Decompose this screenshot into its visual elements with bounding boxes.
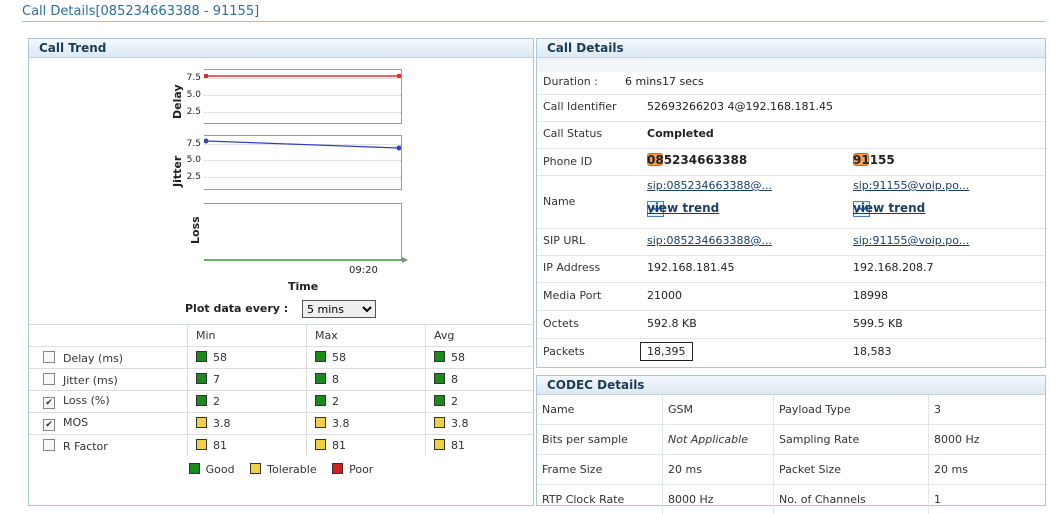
loss-axis-label: Loss	[189, 216, 202, 244]
status-swatch-icon	[315, 373, 326, 384]
status-swatch-icon	[196, 373, 207, 384]
status-swatch-icon	[434, 395, 445, 406]
status-swatch-icon	[315, 417, 326, 428]
quality-legend: Good Tolerable Poor	[29, 463, 533, 476]
status-swatch-icon	[196, 351, 207, 362]
table-row: ✔MOS 3.8 3.8 3.8	[29, 413, 533, 435]
tolerable-swatch-icon	[250, 463, 261, 474]
table-row: Jitter (ms) 7 8 8	[29, 369, 533, 391]
call-identifier-label: Call Identifier	[543, 100, 617, 113]
metrics-table: Min Max Avg Delay (ms) 58 58 58 Jitter (…	[29, 324, 533, 456]
table-row: RTP Clock Rate 8000 Hz No. of Channels 1	[537, 485, 1045, 514]
name-caller-link[interactable]: sip:085234663388@...	[647, 179, 772, 192]
poor-swatch-icon	[332, 463, 343, 474]
plot-interval-select[interactable]: 5 mins	[302, 300, 376, 318]
table-row: ✔Loss (%) 2 2 2	[29, 391, 533, 413]
jitter-tick: 7.5	[177, 139, 201, 149]
port-caller-value: 21000	[647, 289, 682, 302]
codec-details-header: CODEC Details	[537, 376, 1045, 395]
jitter-plot	[204, 135, 402, 190]
ip-callee-value: 192.168.208.7	[853, 261, 933, 274]
status-swatch-icon	[315, 395, 326, 406]
status-swatch-icon	[315, 439, 326, 450]
octets-label: Octets	[543, 317, 579, 330]
packets-label: Packets	[543, 345, 585, 358]
status-swatch-icon	[196, 395, 207, 406]
call-details-header: Call Details	[537, 39, 1045, 58]
call-trend-header: Call Trend	[29, 39, 533, 58]
table-row: R Factor 81 81 81	[29, 435, 533, 457]
sip-url-callee-link[interactable]: sip:91155@voip.po...	[853, 234, 969, 247]
call-identifier-value: 52693266203 4@192.168.181.45	[647, 100, 833, 113]
status-swatch-icon	[196, 439, 207, 450]
duration-value: 6 mins17 secs	[625, 75, 704, 88]
checkbox-mos[interactable]: ✔	[43, 419, 55, 431]
packets-caller-value: 18,395	[640, 342, 693, 361]
x-axis-label: Time	[288, 280, 318, 293]
col-min: Min	[188, 325, 307, 347]
call-trend-panel: Call Trend Delay 7.5 5.0 2.5 Jitter 7.5 …	[28, 38, 534, 506]
call-details-panel: Call Details Duration : 6 mins17 secs Ca…	[536, 38, 1046, 368]
ip-caller-value: 192.168.181.45	[647, 261, 734, 274]
codec-details-panel: CODEC Details Name GSM Payload Type 3 Bi…	[536, 375, 1046, 506]
media-port-label: Media Port	[543, 289, 601, 302]
checkbox-r-factor[interactable]	[43, 439, 55, 451]
phone-id-callee: 91155	[853, 153, 895, 167]
good-swatch-icon	[189, 463, 200, 474]
jitter-series	[204, 136, 401, 189]
jitter-tick: 2.5	[177, 172, 201, 182]
name-label: Name	[543, 195, 575, 208]
ip-address-label: IP Address	[543, 261, 600, 274]
page-title: Call Details[085234663388 - 91155]	[22, 4, 259, 19]
checkbox-delay[interactable]	[43, 351, 55, 363]
table-row: Bits per sample Not Applicable Sampling …	[537, 425, 1045, 455]
port-callee-value: 18998	[853, 289, 888, 302]
status-swatch-icon	[196, 417, 207, 428]
col-avg: Avg	[426, 325, 534, 347]
codec-table: Name GSM Payload Type 3 Bits per sample …	[537, 395, 1045, 514]
status-swatch-icon	[315, 351, 326, 362]
packets-callee-value: 18,583	[853, 345, 892, 358]
status-swatch-icon	[434, 417, 445, 428]
checkbox-jitter[interactable]	[43, 373, 55, 385]
checkbox-loss[interactable]: ✔	[43, 397, 55, 409]
delay-plot	[204, 69, 402, 124]
table-row: Name GSM Payload Type 3	[537, 395, 1045, 425]
delay-series	[204, 70, 401, 123]
title-divider	[22, 21, 1045, 22]
duration-label: Duration :	[543, 75, 598, 88]
octets-caller-value: 592.8 KB	[647, 317, 697, 330]
status-swatch-icon	[434, 373, 445, 384]
delay-tick: 5.0	[177, 90, 201, 100]
col-max: Max	[307, 325, 426, 347]
jitter-tick: 5.0	[177, 155, 201, 165]
loss-plot	[204, 203, 402, 260]
status-swatch-icon	[434, 439, 445, 450]
delay-tick: 7.5	[177, 73, 201, 83]
phone-id-label: Phone ID	[543, 155, 592, 168]
x-tick-label: 09:20	[349, 265, 378, 276]
name-callee-link[interactable]: sip:91155@voip.po...	[853, 179, 969, 192]
loss-series	[204, 204, 409, 264]
table-row: Frame Size 20 ms Packet Size 20 ms	[537, 455, 1045, 485]
octets-callee-value: 599.5 KB	[853, 317, 903, 330]
call-status-label: Call Status	[543, 127, 602, 140]
table-row: Delay (ms) 58 58 58	[29, 347, 533, 369]
sip-url-label: SIP URL	[543, 234, 585, 247]
plot-every-label: Plot data every :	[185, 302, 288, 315]
phone-id-caller: 085234663388	[647, 153, 747, 167]
call-status-value: Completed	[647, 127, 714, 140]
status-swatch-icon	[434, 351, 445, 362]
sip-url-caller-link[interactable]: sip:085234663388@...	[647, 234, 772, 247]
delay-tick: 2.5	[177, 107, 201, 117]
